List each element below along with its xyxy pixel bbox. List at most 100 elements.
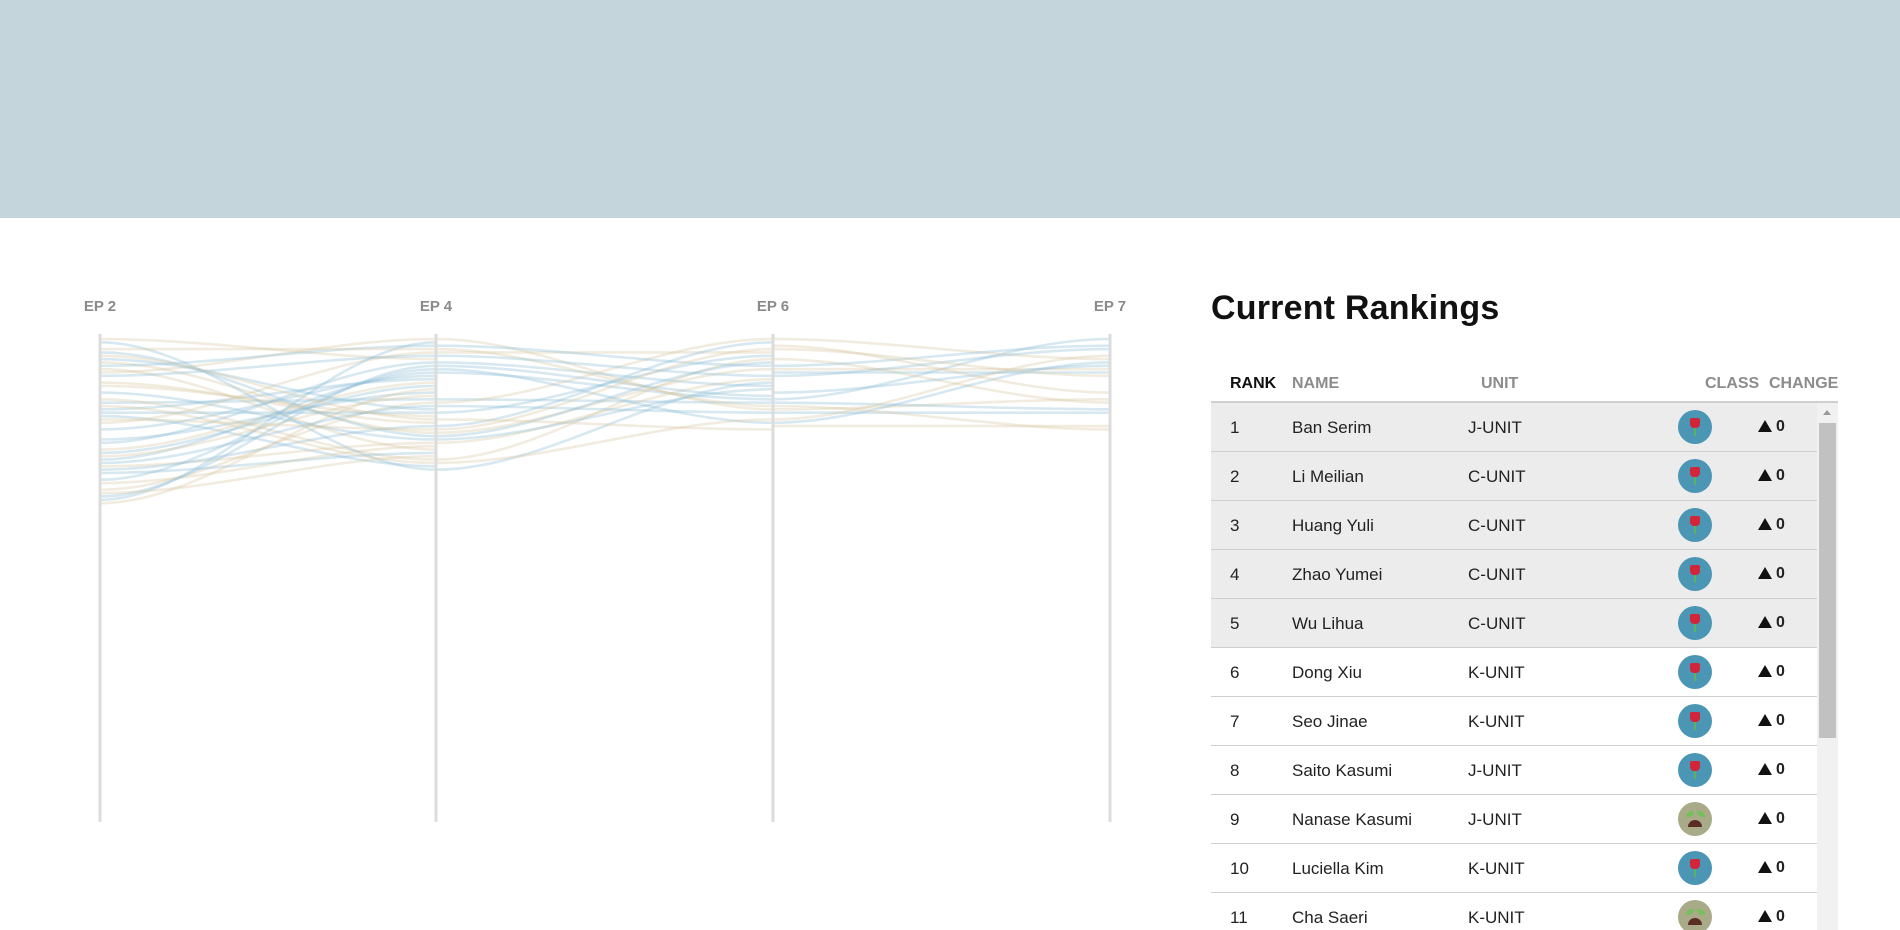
change-value: 0 [1776, 908, 1785, 925]
up-triangle-icon [1758, 420, 1772, 432]
rank-chart-svg: EP 2 EP 4 EP 6 EP 7 [84, 298, 1126, 822]
episode-axis-label: EP 6 [757, 298, 789, 315]
change-value: 0 [1776, 565, 1785, 582]
ranking-row[interactable]: 6 Dong Xiu K-UNIT 0 [1211, 648, 1817, 697]
rose-icon [1678, 704, 1712, 738]
change-cell: 0 [1758, 418, 1785, 436]
rankings-scrollbar[interactable] [1817, 403, 1838, 930]
rose-icon [1678, 508, 1712, 542]
change-value: 0 [1776, 467, 1785, 484]
column-unit[interactable]: UNIT [1481, 375, 1518, 393]
up-triangle-icon [1758, 763, 1772, 775]
rank-cell: 9 [1230, 810, 1240, 829]
change-cell: 0 [1758, 614, 1785, 632]
name-cell: Dong Xiu [1292, 663, 1362, 682]
name-cell: Ban Serim [1292, 418, 1372, 437]
current-rankings-panel: Current Rankings RANK NAME UNIT CLASS CH… [1211, 283, 1838, 930]
up-triangle-icon [1758, 861, 1772, 873]
rankings-rows: 1 Ban Serim J-UNIT 0 2 Li Meilian C-UNIT 0 3 Huan… [1211, 403, 1817, 930]
unit-cell: K-UNIT [1468, 712, 1525, 731]
rose-icon [1678, 557, 1712, 591]
rose-icon [1678, 655, 1712, 689]
ranking-row[interactable]: 11 Cha Saeri K-UNIT 0 [1211, 893, 1817, 930]
column-rank[interactable]: RANK [1230, 375, 1276, 393]
ranking-row[interactable]: 7 Seo Jinae K-UNIT 0 [1211, 697, 1817, 746]
rank-cell: 10 [1230, 859, 1249, 878]
rose-icon [1678, 410, 1712, 444]
scroll-up-arrow-icon[interactable] [1823, 410, 1831, 415]
column-class[interactable]: CLASS [1705, 375, 1759, 393]
ranking-row[interactable]: 3 Huang Yuli C-UNIT 0 [1211, 501, 1817, 550]
rank-cell: 7 [1230, 712, 1240, 731]
change-cell: 0 [1758, 663, 1785, 681]
rankings-table-body[interactable]: 1 Ban Serim J-UNIT 0 2 Li Meilian C-UNIT 0 3 Huan… [1211, 403, 1838, 930]
ranking-row[interactable]: 8 Saito Kasumi J-UNIT 0 [1211, 746, 1817, 795]
name-cell: Li Meilian [1292, 467, 1364, 486]
name-cell: Saito Kasumi [1292, 761, 1393, 780]
change-value: 0 [1776, 810, 1785, 827]
change-cell: 0 [1758, 565, 1785, 583]
up-triangle-icon [1758, 910, 1772, 922]
rank-cell: 4 [1230, 565, 1240, 584]
rose-icon [1678, 753, 1712, 787]
change-value: 0 [1776, 516, 1785, 533]
up-triangle-icon [1758, 616, 1772, 628]
up-triangle-icon [1758, 812, 1772, 824]
change-cell: 0 [1758, 516, 1785, 534]
change-value: 0 [1776, 614, 1785, 631]
rose-icon [1678, 459, 1712, 493]
change-value: 0 [1776, 761, 1785, 778]
change-cell: 0 [1758, 467, 1785, 485]
column-change[interactable]: CHANGE [1769, 375, 1838, 393]
rank-cell: 5 [1230, 614, 1240, 633]
name-cell: Wu Lihua [1292, 614, 1364, 633]
change-value: 0 [1776, 418, 1785, 435]
name-cell: Nanase Kasumi [1292, 810, 1413, 829]
ranking-row[interactable]: 5 Wu Lihua C-UNIT 0 [1211, 599, 1817, 648]
episode-axis-label: EP 2 [84, 298, 116, 315]
scroll-thumb[interactable] [1819, 423, 1836, 738]
change-cell: 0 [1758, 761, 1785, 779]
unit-cell: K-UNIT [1468, 908, 1525, 927]
name-cell: Huang Yuli [1292, 516, 1374, 535]
parallel-rank-chart: EP 2 EP 4 EP 6 EP 7 [0, 0, 1150, 930]
episode-axis-label: EP 4 [420, 298, 453, 315]
ranking-row[interactable]: 1 Ban Serim J-UNIT 0 [1211, 403, 1817, 452]
ranking-row[interactable]: 4 Zhao Yumei C-UNIT 0 [1211, 550, 1817, 599]
name-cell: Zhao Yumei [1292, 565, 1383, 584]
ranking-row[interactable]: 9 Nanase Kasumi J-UNIT 0 [1211, 795, 1817, 844]
change-value: 0 [1776, 712, 1785, 729]
unit-cell: J-UNIT [1468, 761, 1522, 780]
up-triangle-icon [1758, 469, 1772, 481]
change-cell: 0 [1758, 712, 1785, 730]
unit-cell: J-UNIT [1468, 810, 1522, 829]
episode-axis-label: EP 7 [1094, 298, 1126, 315]
rank-cell: 2 [1230, 467, 1240, 486]
rank-cell: 1 [1230, 418, 1240, 437]
sprout-icon [1678, 900, 1712, 930]
change-value: 0 [1776, 859, 1785, 876]
trainee-lines [99, 337, 1111, 505]
column-name[interactable]: NAME [1292, 375, 1339, 393]
rankings-table-header: RANK NAME UNIT CLASS CHANGE [1211, 363, 1838, 403]
change-cell: 0 [1758, 908, 1785, 926]
unit-cell: C-UNIT [1468, 614, 1526, 633]
unit-cell: C-UNIT [1468, 467, 1526, 486]
rank-cell: 3 [1230, 516, 1240, 535]
name-cell: Cha Saeri [1292, 908, 1368, 927]
change-value: 0 [1776, 663, 1785, 680]
up-triangle-icon [1758, 518, 1772, 530]
up-triangle-icon [1758, 714, 1772, 726]
ranking-row[interactable]: 2 Li Meilian C-UNIT 0 [1211, 452, 1817, 501]
rank-cell: 11 [1230, 908, 1248, 927]
up-triangle-icon [1758, 567, 1772, 579]
sprout-icon [1678, 802, 1712, 836]
change-cell: 0 [1758, 810, 1785, 828]
up-triangle-icon [1758, 665, 1772, 677]
unit-cell: C-UNIT [1468, 516, 1526, 535]
name-cell: Seo Jinae [1292, 712, 1368, 731]
ranking-row[interactable]: 10 Luciella Kim K-UNIT 0 [1211, 844, 1817, 893]
rank-cell: 8 [1230, 761, 1240, 780]
unit-cell: K-UNIT [1468, 663, 1525, 682]
change-cell: 0 [1758, 859, 1785, 877]
